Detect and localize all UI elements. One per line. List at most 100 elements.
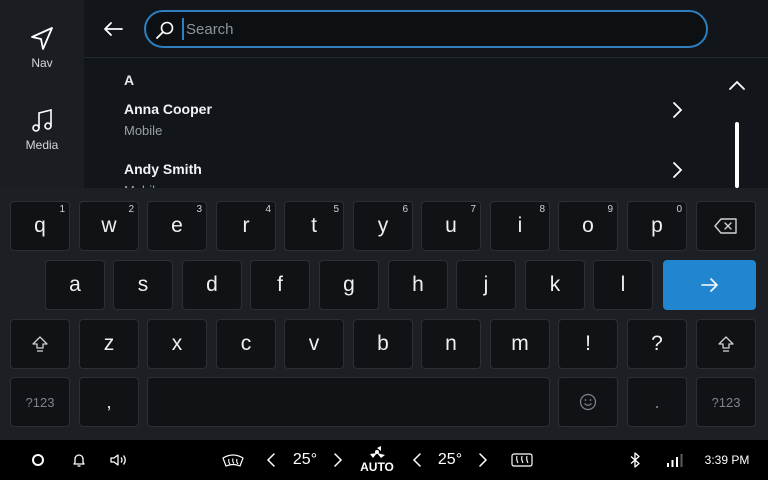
emoji-key[interactable] <box>558 377 618 427</box>
key-hint: 7 <box>470 204 476 215</box>
key-m[interactable]: m <box>490 319 550 369</box>
key-label: f <box>277 273 283 296</box>
shift-icon <box>32 336 48 352</box>
key-o[interactable]: o9 <box>558 201 618 251</box>
key-b[interactable]: b <box>353 319 413 369</box>
backspace-icon <box>714 218 737 234</box>
shift-icon <box>718 336 734 352</box>
key-h[interactable]: h <box>388 260 448 310</box>
key-label: ? <box>651 332 663 355</box>
section-header-a: A <box>124 72 135 88</box>
key-label: c <box>240 332 252 355</box>
signal-status <box>664 440 686 480</box>
key-q[interactable]: q1 <box>10 201 70 251</box>
volume-button[interactable] <box>106 440 132 480</box>
key-hint: 5 <box>333 204 339 215</box>
key-v[interactable]: v <box>284 319 344 369</box>
contact-type: Mobile <box>124 123 163 138</box>
key-w[interactable]: w2 <box>79 201 139 251</box>
key-r[interactable]: r4 <box>216 201 276 251</box>
key-x[interactable]: x <box>147 319 207 369</box>
shift-key-right[interactable] <box>696 319 756 369</box>
auto-label: AUTO <box>360 460 394 474</box>
enter-key[interactable] <box>663 260 756 310</box>
key-g[interactable]: g <box>319 260 379 310</box>
key-label: k <box>549 273 561 296</box>
rear-defrost-icon <box>511 453 533 467</box>
notifications-button[interactable] <box>67 440 91 480</box>
rail-label-nav: Nav <box>31 56 53 70</box>
key-exclamation[interactable]: ! <box>558 319 618 369</box>
contact-row-anna-cooper[interactable]: Anna Cooper Mobile <box>124 101 684 145</box>
front-defrost-button[interactable] <box>220 440 246 480</box>
key-d[interactable]: d <box>182 260 242 310</box>
key-p[interactable]: p0 <box>627 201 687 251</box>
key-label: u <box>445 214 457 237</box>
key-label: l <box>620 273 626 296</box>
key-l[interactable]: l <box>593 260 653 310</box>
shift-key-left[interactable] <box>10 319 70 369</box>
speaker-icon <box>110 454 126 466</box>
search-input[interactable] <box>182 18 682 40</box>
symbols-key-right[interactable]: ?123 <box>696 377 756 427</box>
rail-item-media[interactable]: Media <box>0 108 84 152</box>
search-box[interactable] <box>144 10 708 48</box>
rear-defrost-button[interactable] <box>508 440 536 480</box>
passenger-temp-down[interactable] <box>409 440 425 480</box>
key-j[interactable]: j <box>456 260 516 310</box>
climate-auto-button[interactable]: AUTO <box>358 440 396 480</box>
key-label: t <box>311 214 317 237</box>
key-e[interactable]: e3 <box>147 201 207 251</box>
backspace-key[interactable] <box>696 201 756 251</box>
space-key[interactable] <box>147 377 550 427</box>
key-comma[interactable]: , <box>79 377 139 427</box>
key-i[interactable]: i8 <box>490 201 550 251</box>
on-screen-keyboard: q1 w2 e3 r4 t5 y6 u7 i8 o9 p0 a s d f g … <box>0 188 768 440</box>
symbols-key-left[interactable]: ?123 <box>10 377 70 427</box>
key-label: , <box>106 391 112 412</box>
music-note-icon <box>32 108 52 132</box>
key-k[interactable]: k <box>525 260 585 310</box>
driver-temp-up[interactable] <box>330 440 346 480</box>
key-label: g <box>343 273 355 296</box>
key-question[interactable]: ? <box>627 319 687 369</box>
chevron-left-icon <box>412 453 421 467</box>
key-label: ?123 <box>25 394 55 410</box>
chevron-right-icon <box>334 453 343 467</box>
key-n[interactable]: n <box>421 319 481 369</box>
driver-temperature: 25° <box>292 451 318 468</box>
key-hint: 9 <box>607 204 613 215</box>
clock: 3:39 PM <box>704 453 750 467</box>
key-z[interactable]: z <box>79 319 139 369</box>
key-a[interactable]: a <box>45 260 105 310</box>
key-label: s <box>137 273 149 296</box>
key-label: i <box>517 214 523 237</box>
passenger-temp-up[interactable] <box>475 440 491 480</box>
key-f[interactable]: f <box>250 260 310 310</box>
key-hint: 1 <box>59 204 65 215</box>
scroll-up-chevron-icon[interactable] <box>728 78 746 92</box>
key-label: e <box>171 214 183 237</box>
home-button[interactable] <box>26 440 50 480</box>
rail-item-nav[interactable]: Nav <box>0 26 84 70</box>
key-label: z <box>103 332 115 355</box>
key-label: w <box>101 214 117 237</box>
key-c[interactable]: c <box>216 319 276 369</box>
contact-row-andy-smith[interactable]: Andy Smith Mobile <box>124 161 684 188</box>
key-y[interactable]: y6 <box>353 201 413 251</box>
key-s[interactable]: s <box>113 260 173 310</box>
key-hint: 0 <box>676 204 682 215</box>
key-hint: 2 <box>128 204 134 215</box>
navigation-arrow-icon <box>31 27 53 50</box>
fan-icon <box>370 446 385 458</box>
search-bar-area <box>84 0 768 58</box>
key-period[interactable]: . <box>627 377 687 427</box>
driver-temp-down[interactable] <box>263 440 279 480</box>
bluetooth-status[interactable] <box>626 440 644 480</box>
scrollbar-thumb[interactable] <box>735 122 739 188</box>
key-label: r <box>242 214 250 237</box>
key-t[interactable]: t5 <box>284 201 344 251</box>
bluetooth-icon <box>630 452 640 468</box>
key-u[interactable]: u7 <box>421 201 481 251</box>
back-arrow-icon[interactable] <box>102 18 124 40</box>
